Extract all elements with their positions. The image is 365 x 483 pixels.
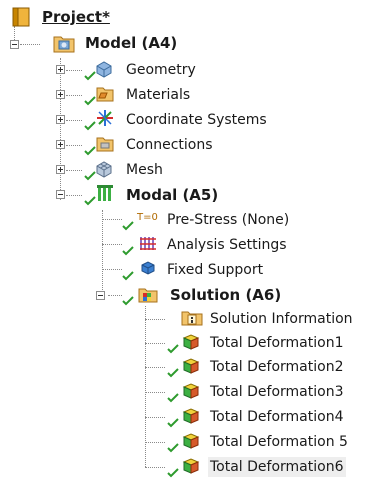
total-deformation-icon [182,383,200,399]
total-deformation-icon [182,334,200,350]
project-label: Project* [42,8,110,26]
checkmark-icon [167,468,179,478]
project-icon [12,7,30,27]
total-deformation-label-selected: Total Deformation6 [208,457,346,477]
checkmark-icon [122,296,134,306]
tree-node-solution[interactable]: Solution (A6) [0,283,282,307]
tree-node-analysis-settings[interactable]: Analysis Settings [0,233,287,257]
expand-toggle[interactable] [56,140,65,149]
tree-node-total-deformation-4[interactable]: Total Deformation4 [0,405,365,429]
checkmark-icon [122,221,134,231]
checkmark-icon [84,146,96,156]
tree-node-mesh[interactable]: Mesh [0,158,220,182]
mesh-label: Mesh [126,162,163,178]
tree-node-fixed-support[interactable]: Fixed Support [0,258,264,282]
fixed-support-label: Fixed Support [167,262,264,278]
expand-toggle[interactable] [56,90,65,99]
expand-toggle[interactable] [56,165,65,174]
tree-node-materials[interactable]: Materials [0,83,220,107]
expand-toggle[interactable] [56,65,65,74]
analysis-settings-label: Analysis Settings [167,237,287,253]
mesh-icon [96,161,112,178]
tree-node-coordinate-systems[interactable]: Coordinate Systems [0,108,267,132]
materials-label: Materials [126,87,191,103]
modal-label: Modal (A5) [126,186,219,204]
total-deformation-icon [182,358,200,374]
solution-information-icon [181,311,203,326]
geometry-label: Geometry [126,62,196,78]
tree-node-model[interactable]: Model (A4) [0,32,200,56]
tree-node-solution-information[interactable]: Solution Information [0,307,365,331]
total-deformation-icon [182,458,200,474]
total-deformation-label: Total Deformation1 [210,335,344,351]
model-label: Model (A4) [85,34,178,52]
tree-node-pre-stress[interactable]: T=0 Pre-Stress (None) [0,208,289,232]
tree-node-total-deformation-5[interactable]: Total Deformation 5 [0,430,365,454]
checkmark-icon [167,368,179,378]
analysis-settings-icon [140,237,156,250]
tree-node-total-deformation-1[interactable]: Total Deformation1 [0,331,365,355]
checkmark-icon [84,196,96,206]
total-deformation-icon [182,408,200,424]
fixed-support-icon [141,261,155,275]
checkmark-icon [84,121,96,131]
modal-analysis-icon [97,185,113,201]
pre-stress-label: Pre-Stress (None) [167,212,290,228]
tree-node-total-deformation-6[interactable]: Total Deformation6 [0,455,365,479]
tree-node-modal[interactable]: Modal (A5) [0,183,240,207]
materials-folder-icon [96,87,114,102]
total-deformation-label: Total Deformation 5 [210,434,348,450]
checkmark-icon [167,443,179,453]
tree-node-total-deformation-3[interactable]: Total Deformation3 [0,380,365,404]
checkmark-icon [84,96,96,106]
total-deformation-label: Total Deformation2 [210,359,344,375]
collapse-toggle[interactable] [96,291,105,300]
tree-node-connections[interactable]: Connections [0,133,220,157]
checkmark-icon [122,271,134,281]
total-deformation-label: Total Deformation4 [210,409,344,425]
solution-label: Solution (A6) [170,286,282,304]
coordinate-systems-label: Coordinate Systems [126,112,267,128]
coordinate-systems-icon [97,110,113,126]
solution-folder-icon [138,288,158,303]
expand-toggle[interactable] [56,115,65,124]
connections-label: Connections [126,137,213,153]
project-tree: Project* Model (A4) Geometry Materials C… [0,0,365,483]
solution-information-label: Solution Information [210,311,353,327]
pre-stress-icon: T=0 [137,212,158,223]
checkmark-icon [167,393,179,403]
tree-node-geometry[interactable]: Geometry [0,58,220,82]
collapse-toggle[interactable] [56,190,65,199]
tree-node-total-deformation-2[interactable]: Total Deformation2 [0,355,365,379]
geometry-icon [96,61,112,78]
checkmark-icon [167,344,179,354]
total-deformation-icon [182,433,200,449]
checkmark-icon [122,246,134,256]
checkmark-icon [167,418,179,428]
tree-node-project[interactable]: Project* [0,6,140,30]
connections-folder-icon [96,137,114,152]
collapse-toggle[interactable] [10,40,19,49]
model-folder-icon [53,36,75,53]
total-deformation-label: Total Deformation3 [210,384,344,400]
